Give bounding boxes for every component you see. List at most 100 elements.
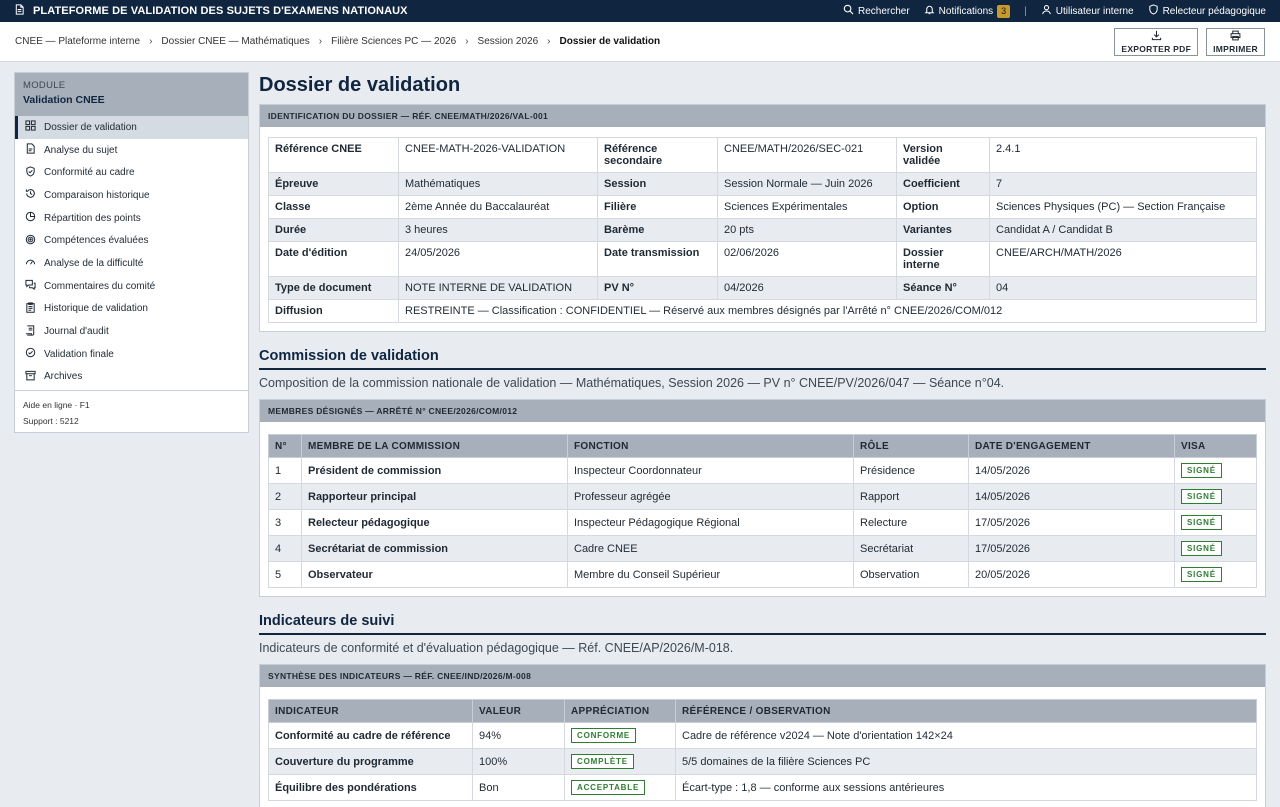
user-name: Utilisateur interne: [1055, 5, 1134, 17]
breadcrumb-item[interactable]: Filière Sciences PC — 2026: [331, 36, 456, 47]
download-icon: [1151, 30, 1162, 44]
column-header: VALEUR: [472, 699, 565, 723]
sidebar-item-repartition-points[interactable]: Répartition des points: [15, 207, 248, 230]
ident-value: 04/2026: [717, 276, 897, 300]
table-cell: Conformité au cadre de référence: [268, 722, 473, 749]
ident-label: Session: [597, 172, 718, 196]
sidebar-item-conformite-cadre[interactable]: Conformité au cadre: [15, 161, 248, 184]
sidebar-item-competences-evaluees[interactable]: Compétences évaluées: [15, 229, 248, 252]
sidebar-item-label: Commentaires du comité: [44, 280, 156, 292]
status-badge: SIGNÉ: [1181, 567, 1222, 582]
shield-icon: [1148, 4, 1159, 18]
role-indicator[interactable]: Relecteur pédagogique: [1148, 4, 1266, 18]
sidebar-item-validation-finale[interactable]: Validation finale: [15, 343, 248, 366]
chevron-right-icon: ›: [465, 36, 469, 47]
indicators-panel-header: SYNTHÈSE DES INDICATEURS — RÉF. CNEE/IND…: [260, 665, 1265, 687]
chevron-right-icon: ›: [318, 36, 323, 47]
identification-table: Référence CNEE CNEE-MATH-2026-VALIDATION R…: [268, 137, 1257, 323]
notification-count-badge: 3: [997, 4, 1011, 18]
table-row[interactable]: 4 Secrétariat de commission Cadre CNEE Secr…: [268, 535, 1257, 562]
table-cell: 2: [268, 483, 302, 510]
sidebar-item-historique-validation[interactable]: Historique de validation: [15, 298, 248, 321]
sidebar-item-label: Dossier de validation: [44, 121, 137, 133]
notifications-label: Notifications: [938, 5, 994, 17]
table-row[interactable]: Couverture du programme 100% COMPLÈTE 5/5 d…: [268, 748, 1257, 775]
commission-panel-header: MEMBRES DÉSIGNÉS — ARRÊTÉ N° CNEE/2026/C…: [260, 400, 1265, 422]
module-label: MODULE: [23, 80, 66, 91]
appreciation-cell: CONFORME: [564, 722, 676, 749]
ident-value: 04: [989, 276, 1257, 300]
chevron-right-icon: ›: [547, 36, 551, 47]
ident-value: 02/06/2026: [717, 241, 897, 277]
export-pdf-button[interactable]: EXPORTER PDF: [1114, 27, 1199, 56]
table-cell: 14/05/2026: [968, 483, 1175, 510]
table-cell: Rapporteur principal: [301, 483, 568, 510]
clipboard-icon: [25, 302, 44, 316]
ident-label: Version validée: [896, 137, 990, 173]
ident-label: Barème: [597, 218, 718, 242]
bell-icon: [924, 4, 935, 18]
column-header: APPRÉCIATION: [564, 699, 676, 723]
sidebar-item-label: Répartition des points: [44, 212, 141, 224]
shield-check-icon: [25, 166, 44, 180]
table-cell: 17/05/2026: [968, 535, 1175, 562]
sidebar-item-analyse-difficulte[interactable]: Analyse de la difficulté: [15, 252, 248, 275]
gauge-icon: [25, 256, 44, 270]
table-row[interactable]: 5 Observateur Membre du Conseil Supérieur O…: [268, 561, 1257, 588]
table-row[interactable]: Équilibre des pondérations Bon ACCEPTABLE É…: [268, 774, 1257, 801]
chevron-right-icon: ›: [149, 36, 153, 47]
sidebar-item-journal-audit[interactable]: Journal d'audit: [15, 320, 248, 343]
search-icon: [843, 4, 854, 18]
breadcrumb-current: Dossier de validation: [559, 36, 661, 47]
ident-value: 7: [989, 172, 1257, 196]
sidebar-item-analyse-sujet[interactable]: Analyse du sujet: [15, 139, 248, 162]
sidebar-item-comparaison-historique[interactable]: Comparaison historique: [15, 184, 248, 207]
table-row[interactable]: Conformité au cadre de référence 94% CONFO…: [268, 722, 1257, 749]
table-cell: Membre du Conseil Supérieur: [567, 561, 854, 588]
column-header: MEMBRE DE LA COMMISSION: [301, 434, 568, 458]
table-row[interactable]: 2 Rapporteur principal Professeur agrégée R…: [268, 483, 1257, 510]
table-cell: Écart-type : 1,8 — conforme aux sessions…: [675, 774, 1257, 801]
indicators-title: Indicateurs de suivi: [259, 613, 1266, 635]
sidebar-item-label: Validation finale: [44, 348, 114, 360]
table-row[interactable]: 1 Président de commission Inspecteur Coord…: [268, 457, 1257, 484]
user-role: Relecteur pédagogique: [1162, 5, 1266, 17]
breadcrumb-item[interactable]: CNEE — Plateforme interne: [15, 36, 140, 47]
table-cell: Présidence: [853, 457, 969, 484]
help-shortcut[interactable]: Aide en ligne · F1: [23, 397, 240, 413]
ident-label: Type de document: [268, 276, 399, 300]
sidebar-item-dossier-validation[interactable]: Dossier de validation: [15, 116, 248, 139]
main-content: Dossier de validation IDENTIFICATION DU …: [259, 62, 1266, 807]
column-header: RÔLE: [853, 434, 969, 458]
sidebar-item-label: Analyse du sujet: [44, 144, 118, 156]
search-button[interactable]: Rechercher: [843, 4, 910, 18]
table-cell: 20/05/2026: [968, 561, 1175, 588]
ident-row: Date d'édition 24/05/2026 Date transmissio…: [268, 241, 1257, 277]
ident-value: Sciences Physiques (PC) — Section França…: [989, 195, 1257, 219]
sidebar-item-commentaires-comite[interactable]: Commentaires du comité: [15, 275, 248, 298]
ident-label: Diffusion: [268, 299, 399, 323]
status-badge: SIGNÉ: [1181, 489, 1222, 504]
visa-cell: SIGNÉ: [1174, 457, 1257, 484]
ident-row: Classe 2ème Année du Baccalauréat Filière S…: [268, 195, 1257, 219]
printer-icon: [1230, 30, 1241, 44]
ident-value: CNEE-MATH-2026-VALIDATION: [398, 137, 598, 173]
column-header: INDICATEUR: [268, 699, 473, 723]
breadcrumb-item[interactable]: Dossier CNEE — Mathématiques: [161, 36, 309, 47]
sidebar-item-archives[interactable]: Archives: [15, 366, 248, 389]
ident-value: Sciences Expérimentales: [717, 195, 897, 219]
table-cell: Inspecteur Pédagogique Régional: [567, 509, 854, 536]
user-menu[interactable]: Utilisateur interne: [1041, 4, 1134, 18]
table-row[interactable]: 3 Relecteur pédagogique Inspecteur Pédagog…: [268, 509, 1257, 536]
appreciation-cell: ACCEPTABLE: [564, 774, 676, 801]
print-button[interactable]: IMPRIMER: [1206, 27, 1265, 56]
ident-value: CNEE/MATH/2026/SEC-021: [717, 137, 897, 173]
ident-value: RESTREINTE — Classification : CONFIDENTI…: [398, 299, 1257, 323]
notifications-button[interactable]: Notifications 3: [924, 4, 1011, 18]
sidebar-footer: Aide en ligne · F1 Support : 5212: [15, 390, 248, 435]
breadcrumb-item[interactable]: Session 2026: [478, 36, 539, 47]
ident-row: Épreuve Mathématiques Session Session Norma…: [268, 172, 1257, 196]
module-name: Validation CNEE: [23, 94, 105, 106]
column-header: VISA: [1174, 434, 1257, 458]
visa-cell: SIGNÉ: [1174, 561, 1257, 588]
